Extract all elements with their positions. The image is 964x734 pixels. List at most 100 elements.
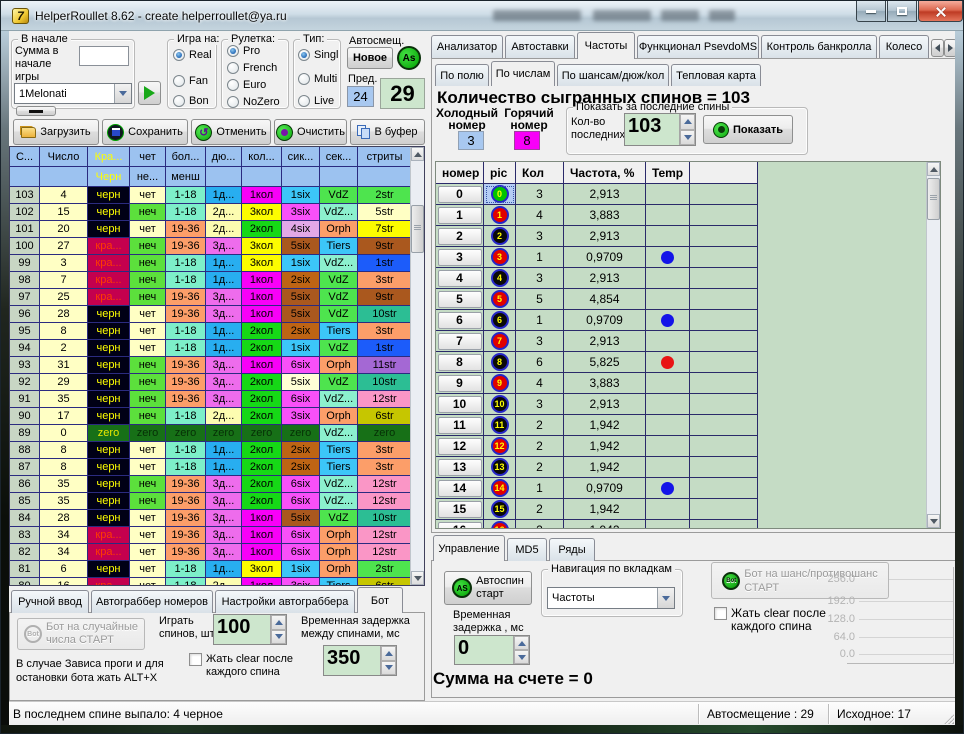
freq-number-button[interactable]: 4 [438, 270, 482, 287]
preset-combo[interactable]: 1Melonati [14, 83, 132, 104]
subtab-by-chances[interactable]: По шансам/дюж/кол [557, 64, 669, 86]
tab-navigation-combo[interactable]: Частоты [547, 587, 675, 609]
show-button[interactable]: Показать [703, 115, 793, 144]
tab-scroll-left-button[interactable] [931, 39, 944, 57]
freq-number-button[interactable]: 3 [438, 249, 482, 266]
freq-number-button[interactable]: 1 [438, 207, 482, 224]
stepper-down-button[interactable] [514, 650, 529, 664]
spin-row[interactable]: 8016кра...чет1-182д...1кол3sixTiers6str [10, 578, 424, 586]
frequency-table-scrollbar[interactable] [926, 162, 940, 528]
spins-table[interactable]: С...ЧислоКра...четбол...дю...кол...сик..… [9, 146, 425, 586]
clear-after-spin-checkbox[interactable]: Жать clear после каждого спина [189, 653, 293, 679]
spin-row[interactable]: 8428чернчет19-363д...1кол5sixVdZ10str [10, 510, 424, 527]
maximize-button[interactable] [887, 1, 917, 22]
subtab-heatmap[interactable]: Тепловая карта [671, 64, 761, 86]
tab-control[interactable]: Управление [433, 535, 505, 561]
subtab-by-field[interactable]: По полю [435, 64, 489, 86]
radio-live[interactable]: Live [298, 95, 334, 107]
spin-row[interactable]: 1034чернчет1-181д...1кол1sixVdZ2str [10, 187, 424, 204]
freq-row[interactable]: 1143,883 [436, 205, 940, 226]
scroll-thumb[interactable] [411, 205, 424, 253]
close-button[interactable] [918, 1, 963, 22]
subtab-by-numbers[interactable]: По числам [491, 61, 555, 86]
tab-rows[interactable]: Ряды [549, 538, 595, 561]
scroll-up-button[interactable] [411, 147, 424, 161]
spin-row[interactable]: 958чернчет1-181д...2кол2sixTiers3str [10, 323, 424, 340]
spin-row[interactable]: 9725кра...неч19-363д...1кол5sixVdZ9str [10, 289, 424, 306]
freq-number-button[interactable]: 12 [438, 438, 482, 455]
freq-row[interactable]: 161621,942 [436, 520, 940, 529]
freq-number-button[interactable]: 10 [438, 396, 482, 413]
freq-number-button[interactable]: 5 [438, 291, 482, 308]
freq-row[interactable]: 7732,913 [436, 331, 940, 352]
freq-row[interactable]: 5554,854 [436, 289, 940, 310]
scroll-thumb[interactable] [927, 178, 940, 220]
tab-manual-input[interactable]: Ручной ввод [11, 590, 89, 613]
undo-button[interactable]: ↺ Отменить [191, 119, 271, 145]
spin-row[interactable]: 987кра...неч1-181д...1кол2sixVdZ3str [10, 272, 424, 289]
freq-number-button[interactable]: 11 [438, 417, 482, 434]
spin-row[interactable]: 878чернчет1-181д...2кол2sixTiers3str [10, 459, 424, 476]
stepper-up-button[interactable] [381, 646, 396, 661]
freq-number-button[interactable]: 16 [438, 522, 482, 530]
chance-bot-start-button[interactable]: Bot Бот на шанс/противошанс СТАРТ [711, 562, 889, 599]
new-button[interactable]: Новое [347, 47, 393, 69]
freq-row[interactable]: 151521,942 [436, 499, 940, 520]
as-button[interactable]: As [397, 46, 421, 70]
spin-row[interactable]: 9229черннеч19-363д...2кол5sixVdZ10str [10, 374, 424, 391]
radio-nozero[interactable]: NoZero [227, 96, 280, 108]
collapse-button[interactable] [16, 106, 56, 116]
spin-row[interactable]: 942чернчет1-181д...2кол1sixVdZ1str [10, 340, 424, 357]
freq-row[interactable]: 141410,9709 [436, 478, 940, 499]
spin-row[interactable]: 9135черннеч19-363д...2кол6sixVdZ...12str [10, 391, 424, 408]
radio-euro[interactable]: Euro [227, 79, 266, 91]
radio-fan[interactable]: Fan [173, 75, 208, 87]
freq-row[interactable]: 131321,942 [436, 457, 940, 478]
freq-row[interactable]: 4432,913 [436, 268, 940, 289]
spin-row[interactable]: 993кра...неч1-181д...3кол1sixVdZ...1str [10, 255, 424, 272]
radio-pro[interactable]: Pro [227, 45, 260, 57]
freq-number-button[interactable]: 9 [438, 375, 482, 392]
tab-wheel[interactable]: Колесо [879, 35, 929, 58]
freq-number-button[interactable]: 7 [438, 333, 482, 350]
spin-row[interactable]: 10120чернчет19-362д...2кол4sixOrph7str [10, 221, 424, 238]
resize-grip[interactable] [944, 714, 954, 724]
freq-row[interactable]: 9943,883 [436, 373, 940, 394]
spin-row[interactable]: 9017черннеч1-182д...2кол3sixOrph6str [10, 408, 424, 425]
tab-frequencies[interactable]: Частоты [577, 32, 635, 59]
freq-number-button[interactable]: 2 [438, 228, 482, 245]
freq-row[interactable]: 121221,942 [436, 436, 940, 457]
control-delay-stepper[interactable]: 0 [454, 635, 530, 665]
freq-row[interactable]: 101032,913 [436, 394, 940, 415]
freq-number-button[interactable]: 15 [438, 501, 482, 518]
radio-real[interactable]: Real [173, 49, 212, 61]
radio-bon[interactable]: Bon [173, 95, 209, 107]
spin-row[interactable]: 8334кра...чет19-363д...1кол6sixOrph12str [10, 527, 424, 544]
freq-row[interactable]: 0032,913 [436, 184, 940, 205]
freq-row[interactable]: 111121,942 [436, 415, 940, 436]
scroll-down-button[interactable] [927, 514, 940, 528]
scroll-up-button[interactable] [927, 162, 940, 176]
tab-md5[interactable]: MD5 [507, 538, 547, 561]
tab-autobets[interactable]: Автоставки [505, 35, 575, 58]
freq-row[interactable]: 8865,825 [436, 352, 940, 373]
tab-analyzer[interactable]: Анализатор [431, 35, 503, 58]
spins-count-stepper[interactable]: 100 [213, 614, 287, 645]
play-button[interactable] [138, 81, 161, 105]
copy-buffer-button[interactable]: В буфер [350, 119, 425, 145]
freq-number-button[interactable]: 6 [438, 312, 482, 329]
last-count-stepper[interactable]: 103 [624, 113, 696, 146]
freq-number-button[interactable]: 8 [438, 354, 482, 371]
load-button[interactable]: Загрузить [13, 119, 99, 145]
spin-row[interactable]: 816чернчет1-181д...3кол1sixOrph2str [10, 561, 424, 578]
spin-row[interactable]: 10215черннеч1-182д...3кол3sixVdZ...5str [10, 204, 424, 221]
tab-autograbber[interactable]: Автограббер номеров [91, 590, 213, 613]
freq-number-button[interactable]: 14 [438, 480, 482, 497]
spin-row[interactable]: 8234кра...чет19-363д...1кол6sixOrph12str [10, 544, 424, 561]
tab-psevdoms[interactable]: Функционал PsevdoMS [637, 35, 759, 58]
stepper-up-button[interactable] [271, 615, 286, 630]
random-bot-start-button[interactable]: Bot Бот на случайные числа СТАРТ [17, 618, 145, 650]
autospin-start-button[interactable]: AS Автоспин старт [444, 571, 532, 605]
control-clear-checkbox[interactable]: Жать clear после каждого спина [714, 607, 826, 633]
freq-number-button[interactable]: 13 [438, 459, 482, 476]
